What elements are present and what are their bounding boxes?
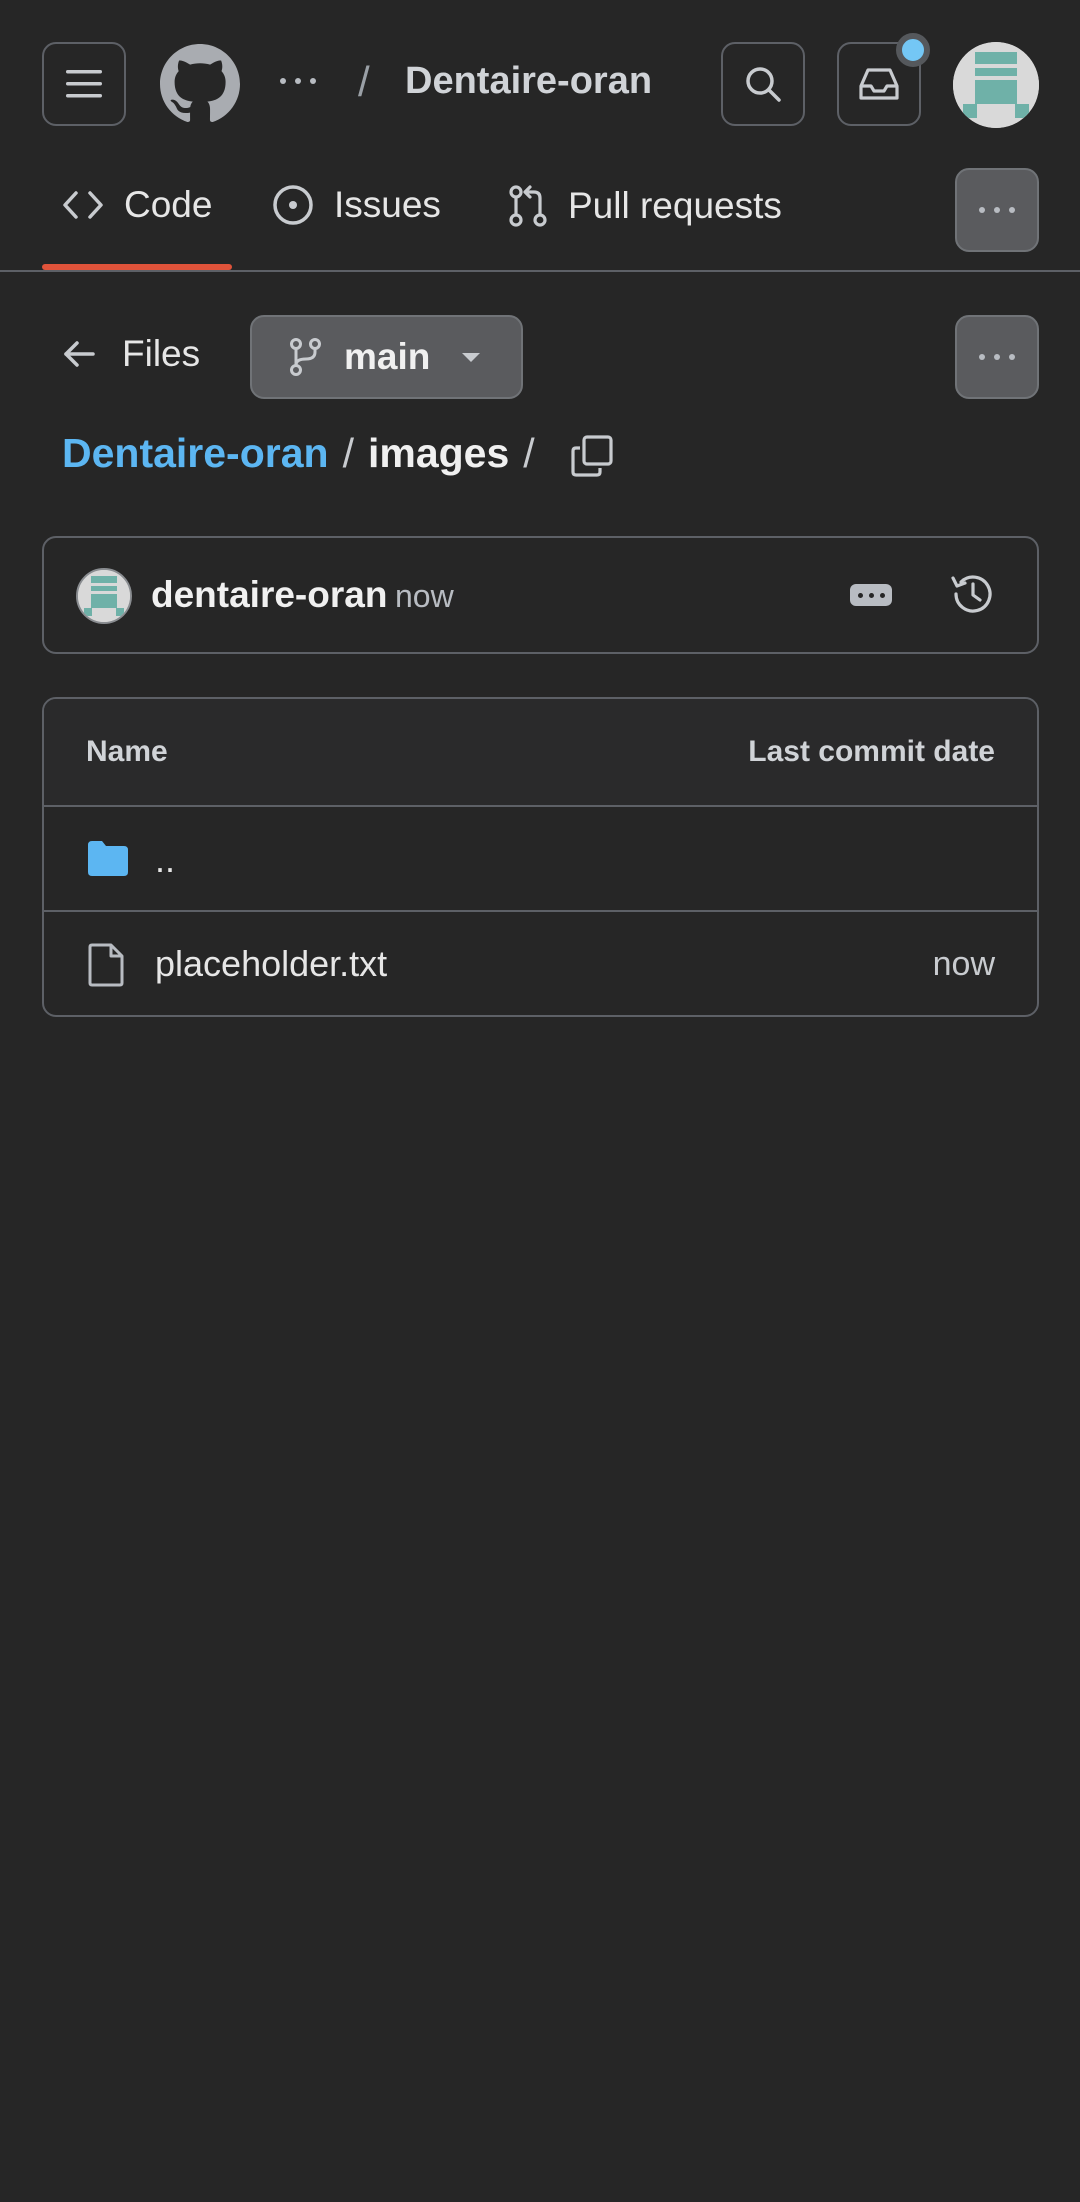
table-header: Name Last commit date xyxy=(44,699,1037,807)
file-name[interactable]: placeholder.txt xyxy=(155,943,387,985)
files-back-label: Files xyxy=(122,333,201,374)
column-header-name: Name xyxy=(86,735,168,768)
table-row[interactable]: .. xyxy=(44,807,1037,912)
header-separator: / xyxy=(358,58,370,105)
github-logo-icon[interactable] xyxy=(160,44,240,124)
file-commit-date: now xyxy=(932,945,995,983)
header-repo-link[interactable]: Dentaire-oran xyxy=(405,60,652,103)
tab-code-label: Code xyxy=(124,184,213,225)
user-avatar[interactable] xyxy=(953,42,1039,128)
arrow-left-icon xyxy=(64,341,95,367)
breadcrumb-repo-link[interactable]: Dentaire-oran xyxy=(62,430,329,477)
tabs-divider xyxy=(0,270,1080,272)
search-icon xyxy=(746,67,781,102)
notification-dot xyxy=(896,33,930,67)
file-name[interactable]: .. xyxy=(155,839,175,881)
tab-issues-label: Issues xyxy=(334,184,441,225)
branch-name: main xyxy=(344,336,431,377)
history-icon[interactable] xyxy=(948,570,996,623)
column-header-last-commit-date: Last commit date xyxy=(748,735,995,768)
tab-pull-requests[interactable]: Pull requests xyxy=(508,184,782,228)
files-back-button[interactable]: Files xyxy=(62,333,200,375)
triangle-down-icon xyxy=(462,353,481,362)
tab-code[interactable]: Code xyxy=(62,184,212,226)
file-table: Name Last commit date .. placeholder.txt… xyxy=(42,697,1039,1017)
folder-icon xyxy=(86,839,130,882)
hamburger-icon xyxy=(66,70,102,98)
commit-message-expand-button[interactable] xyxy=(850,584,892,606)
breadcrumb-current-directory: images xyxy=(367,430,510,476)
file-icon xyxy=(86,943,126,992)
code-icon xyxy=(63,191,103,219)
search-button[interactable] xyxy=(721,42,805,126)
breadcrumb-overflow-button[interactable] xyxy=(280,78,316,84)
menu-button[interactable] xyxy=(42,42,126,126)
git-branch-icon xyxy=(290,338,321,376)
breadcrumb: Dentaire-oran / images / xyxy=(62,430,549,477)
copy-icon xyxy=(571,435,613,477)
more-horizontal-icon xyxy=(979,354,1015,360)
commit-author-avatar[interactable] xyxy=(76,568,132,624)
commit-author-name[interactable]: dentaire-oran xyxy=(151,574,387,616)
inbox-icon xyxy=(859,68,899,100)
more-horizontal-icon xyxy=(979,207,1015,213)
table-row[interactable]: placeholder.txt now xyxy=(44,911,1037,1015)
issue-opened-icon xyxy=(273,185,313,225)
branch-selector[interactable]: main xyxy=(250,315,523,399)
commit-time: now xyxy=(395,578,454,614)
tabs-overflow-button[interactable] xyxy=(955,168,1039,252)
files-overflow-button[interactable] xyxy=(955,315,1039,399)
tab-issues[interactable]: Issues xyxy=(272,184,441,226)
breadcrumb-separator: / xyxy=(523,430,535,476)
tab-pull-requests-label: Pull requests xyxy=(568,185,782,226)
breadcrumb-separator: / xyxy=(342,430,354,476)
copy-path-button[interactable] xyxy=(570,434,614,483)
git-pull-request-icon xyxy=(509,185,547,227)
